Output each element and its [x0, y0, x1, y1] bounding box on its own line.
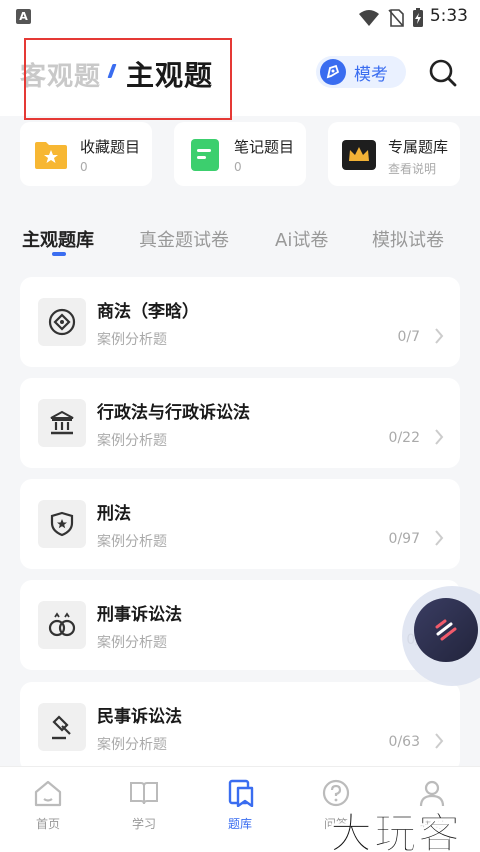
stripes-icon — [435, 619, 457, 641]
nav-label: 首页 — [35, 817, 60, 831]
item-progress: 0/63 — [388, 734, 420, 750]
shortcut-title: 笔记题目 — [234, 138, 295, 156]
item-subtitle: 案例分析题 — [97, 332, 167, 348]
nav-study[interactable]: 学习 — [114, 779, 174, 832]
watermark-text: 大玩客 — [329, 809, 463, 852]
book-icon — [130, 782, 158, 805]
shortcut-explanation-link[interactable]: 查看说明 — [388, 160, 436, 177]
item-title: 刑法 — [97, 504, 131, 524]
item-title: 民事诉讼法 — [97, 707, 182, 727]
shield-star-icon — [38, 500, 86, 548]
item-title: 商法（李晗） — [97, 302, 199, 322]
active-tab-indicator — [52, 252, 66, 256]
top-header: 客观题 主观题 模考 — [0, 34, 480, 120]
nav-question-bank[interactable]: 题库 — [210, 779, 270, 832]
chevron-right-icon — [435, 733, 444, 749]
nav-label: 题库 — [227, 817, 252, 831]
diamond-icon — [38, 298, 86, 346]
item-title: 行政法与行政诉讼法 — [97, 403, 250, 423]
status-bar: A 5:33 — [0, 0, 480, 34]
list-item[interactable]: 刑事诉讼法 案例分析题 0/ — [20, 580, 460, 670]
tab-real-exam-papers[interactable]: 真金题试卷 — [139, 226, 229, 252]
list-item[interactable]: 商法（李晗） 案例分析题 0/7 — [20, 277, 460, 367]
list-item[interactable]: 行政法与行政诉讼法 案例分析题 0/22 — [20, 378, 460, 468]
mock-exam-icon — [320, 59, 346, 85]
shortcut-title: 收藏题目 — [80, 138, 141, 156]
shortcut-favorites[interactable]: 收藏题目 0 — [20, 122, 152, 186]
tab-subjective-bank[interactable]: 主观题库 — [22, 226, 94, 252]
item-subtitle: 案例分析题 — [97, 534, 167, 550]
home-icon — [34, 780, 62, 807]
item-subtitle: 案例分析题 — [97, 433, 167, 449]
status-icons — [358, 8, 424, 28]
item-progress: 0/97 — [388, 531, 420, 547]
app-notification-icon: A — [16, 9, 31, 24]
tab-mock-papers[interactable]: 模拟试卷 — [372, 226, 444, 252]
item-progress: 0/7 — [397, 329, 420, 345]
annotation-highlight-box — [24, 38, 232, 120]
item-progress: 0/22 — [388, 430, 420, 446]
no-sim-icon — [388, 9, 404, 27]
clock: 5:33 — [429, 6, 468, 26]
item-subtitle: 案例分析题 — [97, 737, 167, 753]
item-subtitle: 案例分析题 — [97, 635, 167, 651]
shortcut-exclusive-bank[interactable]: 专属题库 查看说明 — [328, 122, 460, 186]
tab-ai-papers[interactable]: Ai试卷 — [275, 226, 328, 252]
item-title: 刑事诉讼法 — [97, 605, 182, 625]
shortcut-count: 0 — [234, 160, 242, 174]
floating-action-button[interactable] — [414, 598, 478, 662]
search-icon[interactable] — [428, 58, 458, 88]
chevron-right-icon — [435, 530, 444, 546]
wifi-icon — [359, 10, 379, 26]
courthouse-icon — [38, 399, 86, 447]
mock-exam-button[interactable]: 模考 — [316, 56, 406, 88]
shortcut-title: 专属题库 — [388, 138, 449, 156]
star-folder-icon — [34, 138, 68, 172]
gavel-icon — [38, 703, 86, 751]
chevron-right-icon — [435, 429, 444, 445]
nav-home[interactable]: 首页 — [18, 779, 78, 832]
handcuffs-icon — [38, 601, 86, 649]
shortcut-row: 收藏题目 0 笔记题目 0 专属题库 查看说明 — [20, 122, 460, 186]
chevron-right-icon — [435, 328, 444, 344]
list-item[interactable]: 刑法 案例分析题 0/97 — [20, 479, 460, 569]
crown-icon — [342, 138, 376, 172]
note-icon — [188, 138, 222, 172]
shortcut-count: 0 — [80, 160, 88, 174]
battery-charging-icon — [413, 8, 423, 27]
category-tabs: 主观题库 真金题试卷 Ai试卷 模拟试卷 — [0, 218, 480, 258]
mock-exam-label: 模考 — [354, 64, 388, 85]
question-bank-icon — [228, 779, 254, 808]
nav-label: 学习 — [131, 817, 156, 831]
list-item[interactable]: 民事诉讼法 案例分析题 0/63 — [20, 682, 460, 772]
shortcut-notes[interactable]: 笔记题目 0 — [174, 122, 306, 186]
